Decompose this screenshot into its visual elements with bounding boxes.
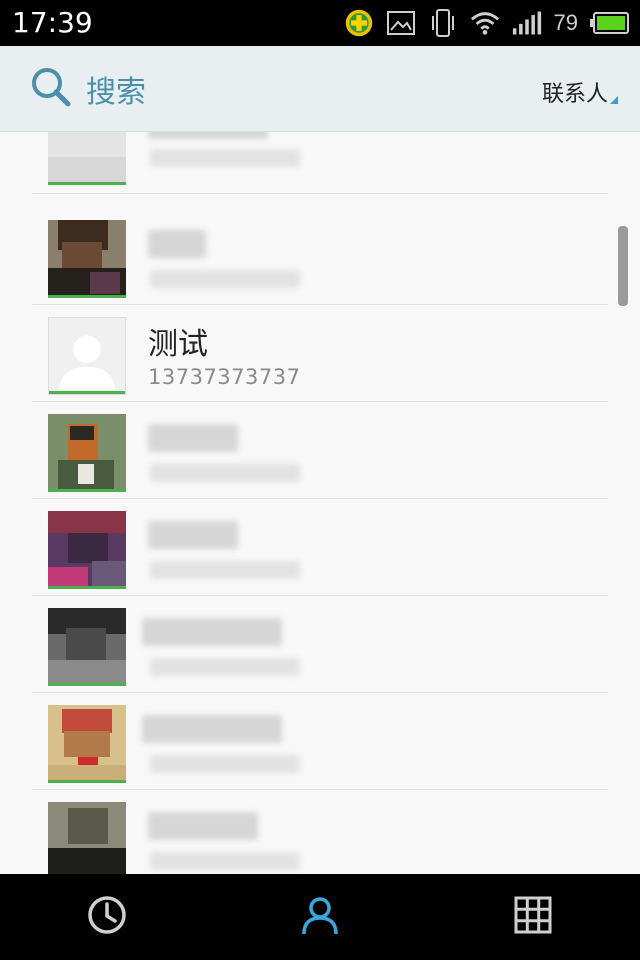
blurred-number <box>150 755 300 773</box>
battery-level: 79 <box>553 10 578 35</box>
filter-label: 联系人 <box>541 82 608 107</box>
contacts-filter-dropdown[interactable]: 联系人 <box>541 76 618 108</box>
avatar <box>48 511 126 589</box>
list-item[interactable] <box>32 499 608 596</box>
recent-calls-tab[interactable] <box>84 894 130 940</box>
avatar-underline <box>48 683 126 686</box>
contact-list[interactable]: 测试 13737373737 <box>0 132 640 874</box>
contacts-tab[interactable] <box>297 894 343 940</box>
contact-number: 13737373737 <box>148 365 301 389</box>
status-time: 17:39 <box>12 6 93 39</box>
list-item[interactable] <box>32 693 608 790</box>
avatar <box>48 317 126 395</box>
blurred-name <box>148 230 206 258</box>
avatar-underline <box>48 295 126 298</box>
list-item[interactable]: 测试 13737373737 <box>32 305 608 402</box>
blurred-name <box>148 132 268 139</box>
clock-icon <box>86 894 128 940</box>
avatar <box>48 608 126 686</box>
vibrate-icon <box>428 8 458 38</box>
person-icon <box>299 894 341 940</box>
dialpad-tab[interactable] <box>510 894 556 940</box>
search-icon <box>30 66 72 112</box>
status-bar: 17:39 79 <box>0 0 640 46</box>
blurred-name <box>148 424 238 452</box>
avatar-underline <box>48 182 126 185</box>
avatar-underline <box>49 391 125 394</box>
avatar <box>48 414 126 492</box>
avatar <box>48 802 126 874</box>
list-item[interactable] <box>32 132 608 194</box>
list-item[interactable] <box>32 208 608 305</box>
blurred-number <box>150 464 300 482</box>
bottom-nav <box>0 874 640 960</box>
blurred-number <box>150 149 300 167</box>
blurred-number <box>150 852 300 870</box>
avatar-underline <box>48 780 126 783</box>
signal-icon <box>512 8 542 38</box>
battery-icon <box>590 8 630 38</box>
avatar <box>48 705 126 783</box>
security-app-icon <box>344 8 374 38</box>
avatar <box>48 220 126 298</box>
search-button[interactable]: 搜索 <box>30 66 146 112</box>
search-label: 搜索 <box>86 75 146 110</box>
blurred-name <box>148 521 238 549</box>
blurred-name <box>148 812 258 840</box>
blurred-name <box>142 715 282 743</box>
wifi-icon <box>470 8 500 38</box>
list-item[interactable] <box>32 596 608 693</box>
blurred-number <box>150 270 300 288</box>
contact-name: 测试 <box>148 327 208 362</box>
dropdown-caret-icon <box>610 96 618 104</box>
status-icons: 79 <box>344 6 630 40</box>
image-icon <box>386 8 416 38</box>
blurred-number <box>150 561 300 579</box>
avatar <box>48 132 126 185</box>
blurred-name <box>142 618 282 646</box>
list-item[interactable] <box>32 402 608 499</box>
search-header: 搜索 联系人 <box>0 46 640 132</box>
list-item[interactable] <box>32 790 608 874</box>
scrollbar[interactable] <box>618 226 628 306</box>
avatar-underline <box>48 489 126 492</box>
grid-icon <box>513 895 553 939</box>
blurred-number <box>150 658 300 676</box>
avatar-underline <box>48 586 126 589</box>
